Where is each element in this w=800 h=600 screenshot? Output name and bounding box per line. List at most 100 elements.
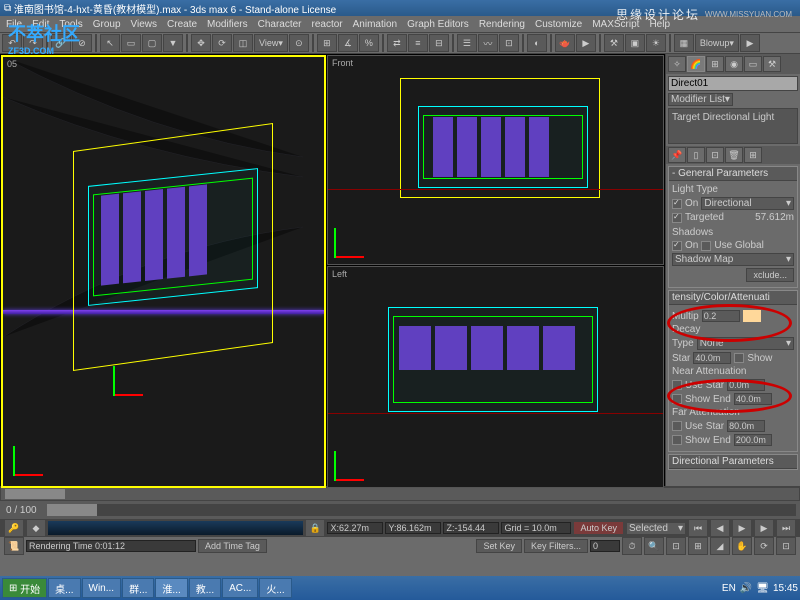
select-region-icon[interactable]: ▢ xyxy=(142,34,162,52)
menu-group[interactable]: Group xyxy=(93,19,121,30)
ref-coord-dropdown[interactable]: View ▾ xyxy=(254,34,288,52)
viewport-perspective[interactable]: 05 xyxy=(1,55,326,488)
decay-start-spinner[interactable] xyxy=(693,352,731,364)
zoom-all-icon[interactable]: ⊡ xyxy=(666,537,686,555)
light-lister-icon[interactable]: ☀ xyxy=(646,34,666,52)
current-frame-field[interactable]: 0 xyxy=(590,540,620,552)
tab-utilities[interactable]: ⚒ xyxy=(763,56,781,72)
lock-icon[interactable]: 🔒 xyxy=(305,519,325,537)
zoom-extents-icon[interactable]: ⊞ xyxy=(688,537,708,555)
tab-create[interactable]: ✧ xyxy=(668,56,686,72)
taskbar-item[interactable]: Win... xyxy=(82,578,122,598)
start-button[interactable]: ⊞ 开始 xyxy=(2,578,47,598)
decay-show-checkbox[interactable] xyxy=(734,353,744,363)
clock[interactable]: 15:45 xyxy=(773,583,798,594)
render-scene-icon[interactable]: 🫖 xyxy=(555,34,575,52)
decay-type-dropdown[interactable]: None▾ xyxy=(697,337,794,350)
ime-indicator[interactable]: EN xyxy=(722,583,736,594)
menu-views[interactable]: Views xyxy=(131,19,158,30)
goto-start-icon[interactable]: ⏮ xyxy=(688,519,708,537)
far-start-spinner[interactable] xyxy=(727,420,765,432)
scale-icon[interactable]: ◫ xyxy=(233,34,253,52)
taskbar-item[interactable]: 教... xyxy=(189,578,221,598)
percent-snap-icon[interactable]: % xyxy=(359,34,379,52)
select-icon[interactable]: ↖ xyxy=(100,34,120,52)
pin-stack-icon[interactable]: 📌 xyxy=(668,147,686,163)
align-icon[interactable]: ≡ xyxy=(408,34,428,52)
time-slider[interactable] xyxy=(47,504,796,516)
render-last-icon[interactable]: ▶ xyxy=(740,34,760,52)
light-on-checkbox[interactable] xyxy=(672,199,682,209)
array-icon[interactable]: ⊟ xyxy=(429,34,449,52)
auto-key-button[interactable]: Auto Key xyxy=(573,521,624,535)
zoom-icon[interactable]: 🔍 xyxy=(644,537,664,555)
fov-icon[interactable]: ◢ xyxy=(710,537,730,555)
time-config-icon[interactable]: ⏱ xyxy=(622,537,642,555)
taskbar-item[interactable]: 桌... xyxy=(48,578,80,598)
color-swatch[interactable] xyxy=(743,310,761,322)
taskbar-item-active[interactable]: 淮... xyxy=(155,578,187,598)
show-end-icon[interactable]: ▯ xyxy=(687,147,705,163)
move-icon[interactable]: ✥ xyxy=(191,34,211,52)
shadows-on-checkbox[interactable] xyxy=(672,241,682,251)
prev-frame-icon[interactable]: ◀ xyxy=(710,519,730,537)
set-key-button[interactable]: Set Key xyxy=(476,539,522,553)
modifier-list-dropdown[interactable]: Modifier List▾ xyxy=(668,93,733,106)
light-kind-dropdown[interactable]: Directional▾ xyxy=(701,197,794,210)
hammer-icon[interactable]: ⚒ xyxy=(604,34,624,52)
layer-icon[interactable]: ☰ xyxy=(457,34,477,52)
viewport-front[interactable]: Front xyxy=(327,55,664,265)
rollout-intensity[interactable]: tensity/Color/Attenuati xyxy=(669,291,797,305)
coord-x[interactable]: X:62.27m xyxy=(327,522,383,534)
goto-end-icon[interactable]: ⏭ xyxy=(776,519,796,537)
next-frame-icon[interactable]: ▶ xyxy=(754,519,774,537)
render-region-dropdown[interactable]: Blowup ▾ xyxy=(695,34,739,52)
modifier-stack-item[interactable]: Target Directional Light xyxy=(672,112,774,123)
menu-modifiers[interactable]: Modifiers xyxy=(207,19,248,30)
near-start-spinner[interactable] xyxy=(727,379,765,391)
rollout-directional[interactable]: Directional Parameters xyxy=(669,455,797,469)
quick-render-icon[interactable]: ▶ xyxy=(576,34,596,52)
near-show-checkbox[interactable] xyxy=(672,394,682,404)
multiplier-spinner[interactable] xyxy=(702,310,740,322)
key-mode-icon[interactable]: ◆ xyxy=(26,519,46,537)
mirror-icon[interactable]: ⇄ xyxy=(387,34,407,52)
tray-icon[interactable]: 🖥 xyxy=(756,583,769,594)
far-use-checkbox[interactable] xyxy=(672,421,682,431)
menu-create[interactable]: Create xyxy=(167,19,197,30)
key-target-dropdown[interactable]: Selected▾ xyxy=(626,522,686,535)
near-end-spinner[interactable] xyxy=(734,393,772,405)
maximize-viewport-icon[interactable]: ⊡ xyxy=(776,537,796,555)
tray-icon[interactable]: 🔊 xyxy=(740,583,752,594)
select-name-icon[interactable]: ▭ xyxy=(121,34,141,52)
object-name-field[interactable] xyxy=(668,76,798,91)
taskbar-item[interactable]: AC... xyxy=(222,578,258,598)
tab-modify[interactable]: 🌈 xyxy=(687,56,705,72)
play-icon[interactable]: ▶ xyxy=(732,519,752,537)
viewport-hscroll[interactable] xyxy=(0,487,800,501)
curve-editor-icon[interactable]: 〰 xyxy=(478,34,498,52)
set-key-icon[interactable]: 🔑 xyxy=(4,519,24,537)
container-icon[interactable]: ▣ xyxy=(625,34,645,52)
tab-motion[interactable]: ◉ xyxy=(725,56,743,72)
snap-icon[interactable]: ⊞ xyxy=(317,34,337,52)
remove-mod-icon[interactable]: 🗑 xyxy=(725,147,743,163)
targeted-checkbox[interactable] xyxy=(672,213,682,223)
configure-icon[interactable]: ⊞ xyxy=(744,147,762,163)
exclude-button[interactable]: xclude... xyxy=(746,268,794,282)
viewport-left[interactable]: Left xyxy=(327,266,664,488)
far-end-spinner[interactable] xyxy=(734,434,772,446)
taskbar-item[interactable]: 火... xyxy=(259,578,291,598)
rotate-icon[interactable]: ⟳ xyxy=(212,34,232,52)
material-icon[interactable]: ◐ xyxy=(527,34,547,52)
far-show-checkbox[interactable] xyxy=(672,435,682,445)
rollout-general-params[interactable]: - General Parameters xyxy=(669,167,797,181)
pan-icon[interactable]: ✋ xyxy=(732,537,752,555)
menu-grapheditors[interactable]: Graph Editors xyxy=(407,19,469,30)
schematic-icon[interactable]: ⊡ xyxy=(499,34,519,52)
script-listener-icon[interactable]: 📜 xyxy=(4,537,24,555)
add-time-tag-button[interactable]: Add Time Tag xyxy=(198,539,267,553)
pivot-icon[interactable]: ⊙ xyxy=(289,34,309,52)
track-bar[interactable] xyxy=(48,521,303,535)
menu-customize[interactable]: Customize xyxy=(535,19,582,30)
